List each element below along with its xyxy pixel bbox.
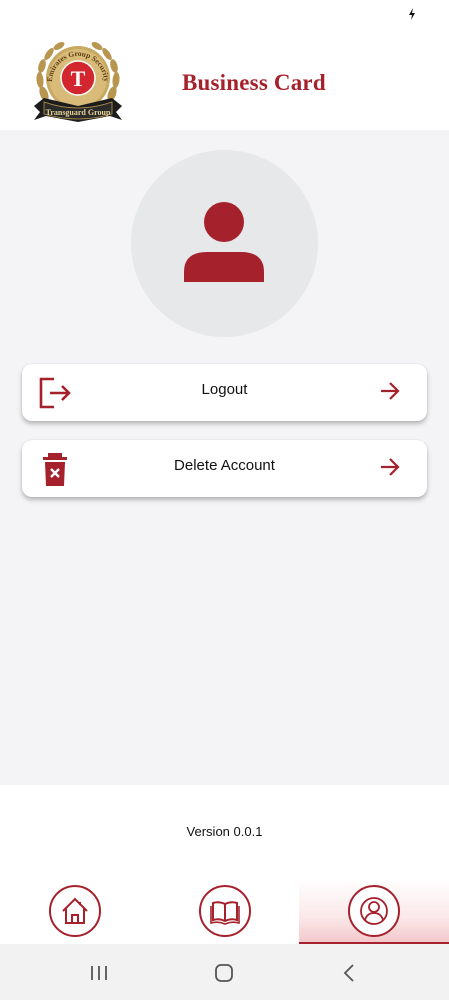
svg-text:Transguard Group: Transguard Group [46, 108, 111, 117]
system-nav-bar [0, 944, 449, 1000]
page-title: Business Card [182, 70, 326, 95]
bottom-nav [0, 878, 449, 944]
charging-bolt-icon [409, 8, 415, 20]
profile-content: Logout Delete Account [0, 130, 449, 785]
version-text: Version 0.0.1 [186, 824, 263, 839]
home-icon [62, 897, 88, 924]
delete-account-label: Delete Account [174, 457, 275, 474]
nav-home[interactable] [0, 878, 150, 944]
home-button-icon[interactable] [213, 962, 235, 984]
status-bar [0, 0, 449, 30]
delete-account-button[interactable]: Delete Account [22, 440, 427, 497]
footer: Version 0.0.1 [0, 785, 449, 878]
book-icon [210, 901, 240, 925]
transguard-logo: Emirates Group Security T Transguard Gro… [34, 42, 122, 122]
app-header: Emirates Group Security T Transguard Gro… [0, 30, 449, 130]
logout-label: Logout [201, 381, 248, 398]
nav-profile[interactable] [299, 878, 449, 944]
profile-icon [360, 897, 388, 925]
avatar[interactable] [131, 150, 318, 337]
recent-apps-icon[interactable] [88, 962, 110, 984]
back-icon[interactable] [339, 962, 361, 984]
arrow-right-icon [381, 382, 400, 400]
nav-book[interactable] [150, 878, 300, 944]
svg-text:T: T [71, 66, 86, 91]
logout-button[interactable]: Logout [22, 364, 427, 421]
person-icon [184, 202, 264, 282]
arrow-right-icon [381, 458, 400, 476]
